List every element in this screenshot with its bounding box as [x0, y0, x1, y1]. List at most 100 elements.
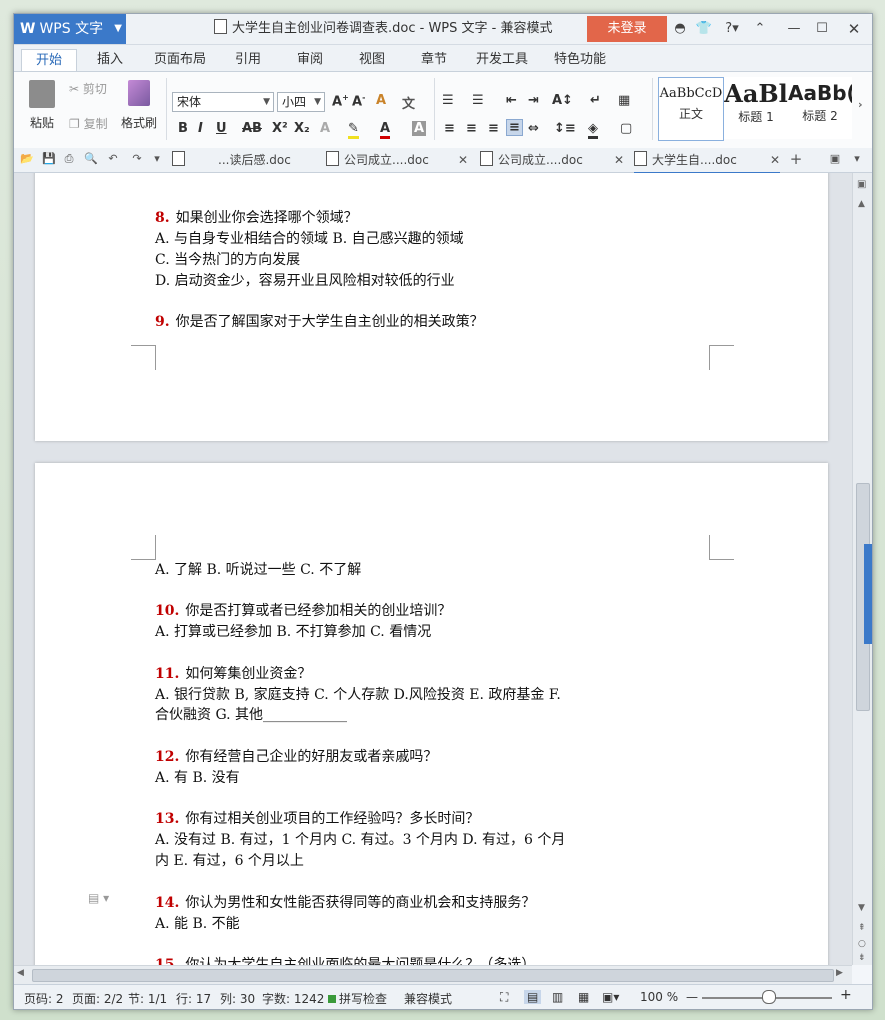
- close-icon[interactable]: ✕: [844, 19, 864, 39]
- save-icon[interactable]: 💾: [42, 152, 56, 166]
- scroll-down-icon[interactable]: ▼: [858, 903, 865, 913]
- format-painter-button[interactable]: 格式刷: [118, 80, 160, 131]
- next-page-icon[interactable]: ⇟: [858, 953, 866, 963]
- full-screen-icon[interactable]: ⛶: [500, 990, 508, 1005]
- subscript-icon[interactable]: X₂: [294, 121, 310, 136]
- tab-home[interactable]: 开始: [21, 49, 77, 73]
- table-icon[interactable]: ▦: [618, 93, 630, 108]
- border-icon[interactable]: ▢: [620, 121, 632, 136]
- tab-list-icon[interactable]: ▣: [828, 152, 842, 166]
- tab-developer[interactable]: 开发工具: [472, 49, 532, 71]
- minimize-icon[interactable]: —: [784, 19, 804, 39]
- zoom-level[interactable]: 100 %: [640, 990, 678, 1004]
- shirt-icon[interactable]: 👕: [694, 19, 714, 39]
- doc-tab-2[interactable]: 公司成立....doc ✕: [326, 148, 468, 172]
- italic-icon[interactable]: I: [198, 121, 203, 136]
- increase-indent-icon[interactable]: ⇥: [528, 93, 539, 108]
- help-button[interactable]: ?▾: [718, 19, 746, 39]
- scroll-right-icon[interactable]: ▶: [836, 968, 843, 978]
- wps-app-menu-button[interactable]: W WPS 文字 ▼: [14, 14, 126, 44]
- tab-chapter[interactable]: 章节: [412, 49, 456, 71]
- grow-font-icon[interactable]: A+: [332, 93, 349, 109]
- zoom-in-icon[interactable]: +: [840, 987, 852, 1003]
- font-name-select[interactable]: 宋体 ▼: [172, 92, 274, 112]
- new-tab-icon[interactable]: +: [789, 152, 803, 167]
- tab-review[interactable]: 审阅: [288, 49, 332, 71]
- font-color-icon[interactable]: A: [380, 121, 391, 139]
- web-view-icon[interactable]: ▦: [578, 990, 589, 1004]
- justify-icon[interactable]: ≡: [506, 119, 523, 136]
- close-tab-icon[interactable]: ✕: [770, 148, 780, 172]
- style-normal[interactable]: AaBbCcD 正文: [658, 77, 724, 141]
- style-heading-1[interactable]: AaBl 标题 1: [724, 77, 788, 139]
- distribute-icon[interactable]: ⇔: [528, 121, 539, 136]
- status-word-count[interactable]: 字数: 1242: [262, 990, 324, 1007]
- question-14: 14. 你认为男性和女性能否获得同等的商业机会和支持服务？: [155, 892, 535, 912]
- style-heading-2[interactable]: AaBb( 标题 2: [788, 77, 852, 139]
- close-tab-icon[interactable]: ✕: [614, 148, 624, 172]
- phonetic-icon[interactable]: 文: [402, 93, 415, 112]
- zoom-slider-knob[interactable]: [762, 990, 776, 1004]
- tab-insert[interactable]: 插入: [86, 49, 134, 71]
- chinese-layout-icon[interactable]: A↕: [552, 93, 573, 108]
- copy-button[interactable]: ❐ 复制: [69, 115, 108, 132]
- doc-tab-4[interactable]: 大学生自....doc ✕: [634, 148, 780, 174]
- divider: [166, 78, 167, 140]
- outline-view-icon[interactable]: ▥: [552, 990, 563, 1004]
- tab-page-layout[interactable]: 页面布局: [148, 49, 212, 71]
- zoom-out-icon[interactable]: —: [686, 990, 698, 1004]
- align-center-icon[interactable]: ≡: [466, 121, 477, 136]
- print-icon[interactable]: ⎙: [62, 152, 76, 166]
- reading-view-icon[interactable]: ▣▾: [602, 990, 619, 1004]
- bullets-icon[interactable]: ☰: [442, 93, 454, 108]
- doc-tab-3[interactable]: 公司成立....doc ✕: [480, 148, 624, 172]
- shading-icon[interactable]: ◈: [588, 121, 598, 139]
- strikethrough-icon[interactable]: AB: [242, 121, 262, 136]
- bold-icon[interactable]: B: [178, 121, 188, 136]
- paste-button[interactable]: 粘贴: [22, 80, 62, 131]
- superscript-icon[interactable]: X²: [272, 121, 288, 136]
- tab-view[interactable]: 视图: [350, 49, 394, 71]
- tab-references[interactable]: 引用: [226, 49, 270, 71]
- decrease-indent-icon[interactable]: ⇤: [506, 93, 517, 108]
- font-size-select[interactable]: 小四 ▼: [277, 92, 325, 112]
- line-spacing-icon[interactable]: ↕≡: [554, 121, 576, 136]
- show-marks-icon[interactable]: ↵: [590, 93, 601, 108]
- redo-icon[interactable]: ↷: [130, 152, 144, 166]
- print-preview-icon[interactable]: 🔍: [84, 152, 98, 166]
- spell-check-button[interactable]: 拼写检查: [328, 990, 387, 1007]
- chevron-down-icon[interactable]: ▾: [150, 152, 164, 166]
- undo-icon[interactable]: ↶: [106, 152, 120, 166]
- select-browse-icon[interactable]: ○: [858, 939, 866, 949]
- tab-menu-icon[interactable]: ▾: [850, 152, 864, 166]
- side-panel-toggle[interactable]: [864, 544, 872, 644]
- scroll-left-icon[interactable]: ◀: [17, 968, 24, 978]
- login-button[interactable]: 未登录: [587, 16, 667, 42]
- underline-icon[interactable]: U: [216, 121, 227, 136]
- scroll-top-icon[interactable]: ▣: [857, 179, 866, 190]
- highlight-icon[interactable]: ✎: [348, 121, 359, 139]
- scroll-up-icon[interactable]: ▲: [858, 199, 865, 209]
- collapse-ribbon-icon[interactable]: ⌃: [750, 19, 770, 39]
- maximize-icon[interactable]: ☐: [812, 19, 832, 39]
- close-tab-icon[interactable]: ✕: [458, 148, 468, 172]
- paragraph-handle-icon[interactable]: ▤ ▾: [88, 891, 109, 905]
- page-view-icon[interactable]: ▤: [524, 990, 542, 1004]
- text-effect-icon[interactable]: A: [320, 121, 330, 136]
- align-right-icon[interactable]: ≡: [488, 121, 499, 136]
- document-area[interactable]: 8. 如果创业你会选择哪个领域？ A. 与自身专业相结合的领域 B. 自己感兴趣的…: [14, 173, 852, 965]
- open-icon[interactable]: 📂: [20, 152, 34, 166]
- prev-page-icon[interactable]: ⇞: [858, 923, 866, 933]
- horizontal-scrollbar[interactable]: ◀ ▶: [14, 965, 852, 984]
- clear-format-icon[interactable]: A: [376, 93, 386, 108]
- cut-button[interactable]: ✂ 剪切: [69, 80, 107, 97]
- char-shading-icon[interactable]: A: [412, 121, 427, 136]
- horizontal-scroll-thumb[interactable]: [32, 969, 834, 982]
- tab-features[interactable]: 特色功能: [550, 49, 610, 71]
- numbering-icon[interactable]: ☰: [472, 93, 484, 108]
- styles-more-icon[interactable]: ›: [858, 98, 863, 111]
- skin-icon[interactable]: ◓: [670, 19, 690, 39]
- align-left-icon[interactable]: ≡: [444, 121, 455, 136]
- shrink-font-icon[interactable]: A-: [352, 93, 365, 109]
- doc-tab-1[interactable]: ...读后感.doc: [172, 148, 312, 172]
